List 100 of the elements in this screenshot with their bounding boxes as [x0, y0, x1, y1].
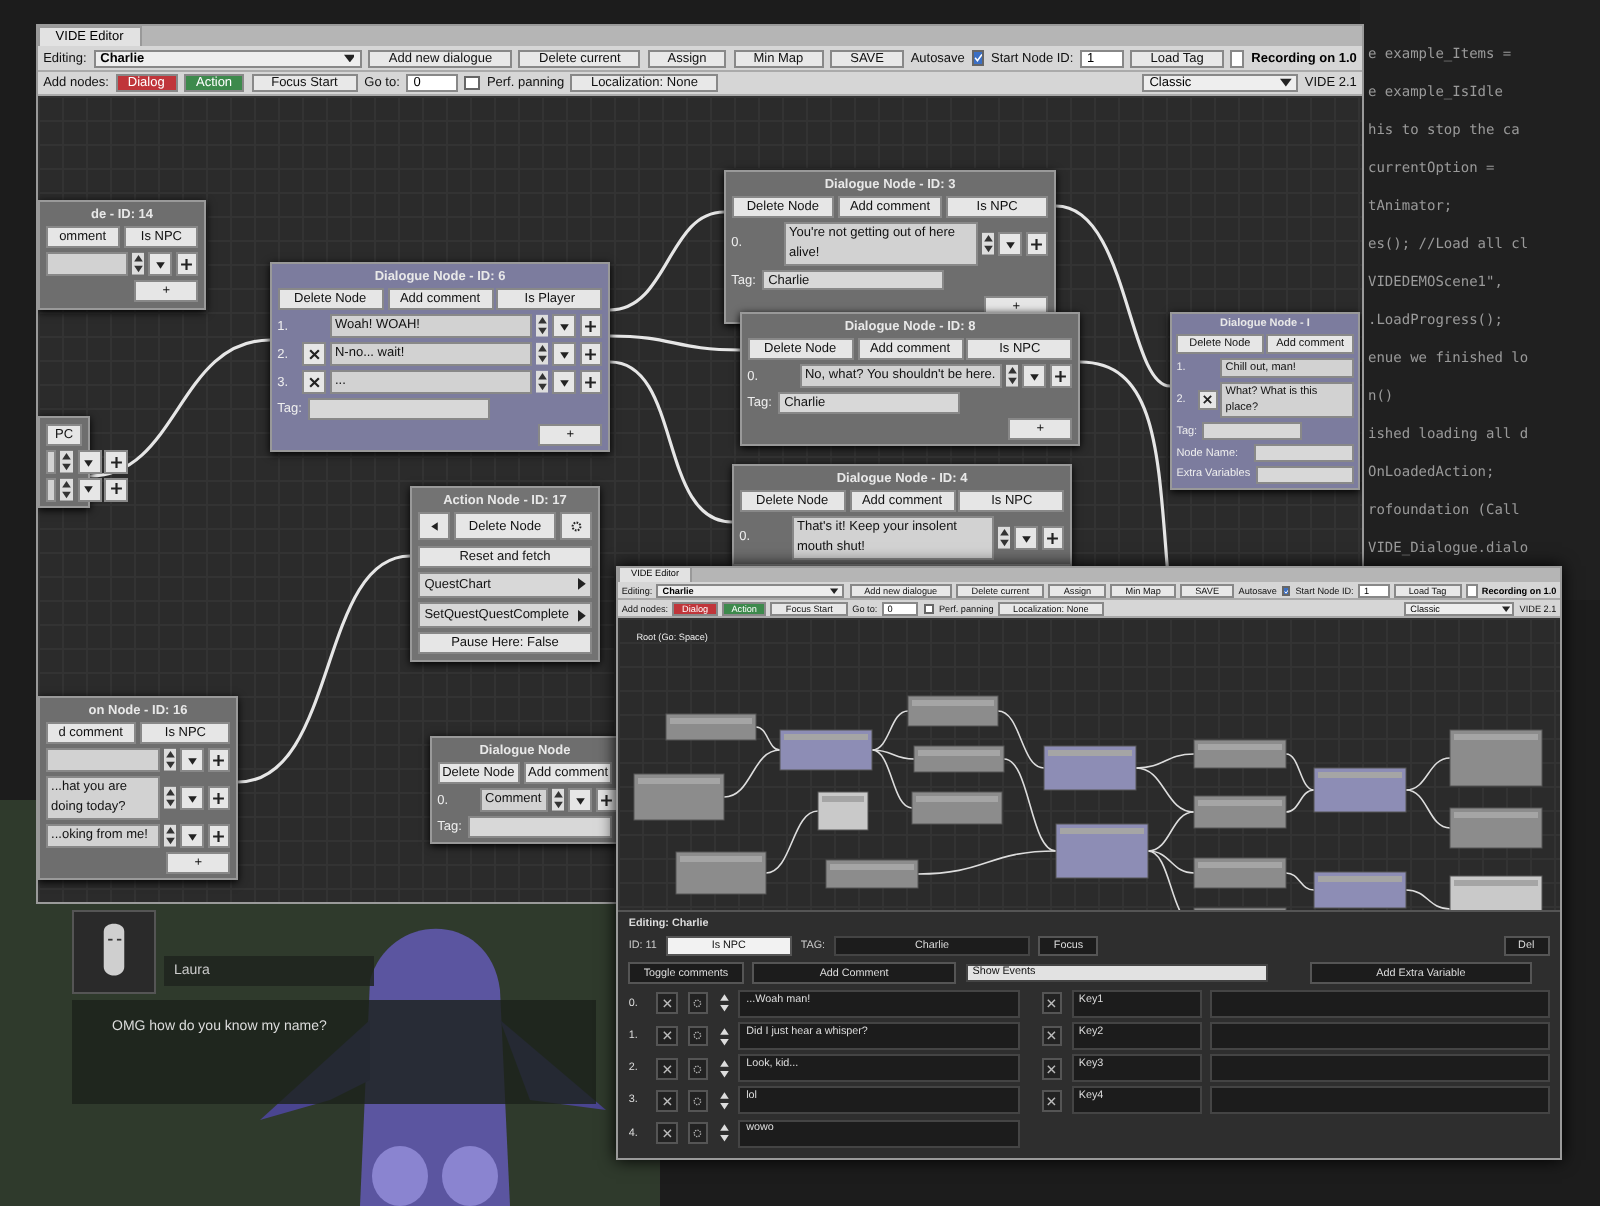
dialogue-line-field[interactable] [45, 252, 128, 276]
node-setting-field[interactable] [1255, 465, 1354, 484]
add-choice-button[interactable] [207, 748, 231, 772]
caret-down-button[interactable] [1022, 364, 1046, 388]
remove-variable-button[interactable] [1041, 1025, 1063, 1047]
tag-input-field[interactable] [1465, 584, 1478, 598]
settings-button[interactable] [687, 1122, 709, 1144]
up-down-arrows-icon[interactable] [1005, 364, 1019, 388]
back-button[interactable] [417, 512, 451, 541]
remove-line-button[interactable] [656, 1025, 679, 1047]
add-choice-button[interactable] [1041, 526, 1065, 550]
add-choice-button[interactable] [1025, 232, 1049, 256]
variable-value-field[interactable] [1209, 1054, 1550, 1083]
mini-node[interactable] [1055, 824, 1149, 880]
add-choice-button[interactable] [104, 449, 129, 474]
tag-input-field[interactable] [1230, 49, 1245, 68]
add-choice-button[interactable] [207, 786, 231, 810]
mini-node[interactable] [817, 792, 869, 832]
remove-line-button[interactable] [656, 1090, 679, 1112]
caret-down-button[interactable] [552, 370, 576, 394]
autosave-checkbox[interactable] [971, 50, 985, 66]
remove-line-button[interactable] [1197, 390, 1218, 411]
caret-down-button[interactable] [180, 748, 204, 772]
mini-node[interactable] [913, 746, 1005, 774]
caret-down-button[interactable] [1014, 526, 1038, 550]
mini-node[interactable] [911, 792, 1003, 826]
up-down-arrows-icon[interactable] [60, 449, 74, 474]
autosave-checkbox[interactable] [1281, 585, 1291, 597]
caret-down-button[interactable] [77, 477, 102, 502]
variable-value-field[interactable] [1209, 1086, 1550, 1115]
tag-field[interactable] [468, 816, 613, 838]
add-choice-button[interactable] [579, 342, 603, 366]
remove-line-button[interactable] [656, 1122, 679, 1144]
up-down-arrows-icon[interactable] [981, 232, 995, 256]
mini-node[interactable] [1313, 872, 1407, 910]
up-down-arrows-icon[interactable] [551, 788, 565, 812]
dialogue-line-field[interactable] [45, 449, 57, 474]
add-choice-button[interactable] [207, 823, 231, 848]
settings-button[interactable] [559, 512, 593, 541]
mini-node[interactable] [825, 860, 919, 890]
add-choice-button[interactable] [579, 370, 603, 394]
up-down-arrows-icon[interactable] [163, 823, 177, 848]
up-down-arrows-icon[interactable] [717, 1025, 731, 1047]
mini-node[interactable] [1193, 740, 1287, 770]
tag-field[interactable] [308, 398, 491, 420]
dialogue-line-field[interactable] [45, 477, 57, 502]
caret-down-button[interactable] [552, 314, 576, 338]
remove-variable-button[interactable] [1041, 1090, 1063, 1112]
variable-value-field[interactable] [1209, 1022, 1550, 1051]
variable-value-field[interactable] [1209, 989, 1550, 1018]
mini-node[interactable] [1449, 876, 1543, 910]
settings-button[interactable] [687, 1090, 709, 1112]
mini-node[interactable] [907, 696, 999, 728]
mini-node[interactable] [1449, 730, 1543, 788]
up-down-arrows-icon[interactable] [717, 1090, 731, 1112]
up-down-arrows-icon[interactable] [997, 526, 1011, 550]
remove-variable-button[interactable] [1041, 992, 1063, 1015]
remove-line-button[interactable] [656, 1057, 679, 1080]
remove-variable-button[interactable] [1041, 1057, 1063, 1080]
mini-node[interactable] [1313, 768, 1407, 814]
settings-button[interactable] [687, 1057, 709, 1080]
caret-down-button[interactable] [77, 449, 102, 474]
add-choice-button[interactable] [595, 788, 619, 812]
perf-panning-checkbox[interactable] [464, 75, 481, 91]
tag-field[interactable] [1202, 422, 1302, 441]
mini-node[interactable] [675, 852, 767, 896]
settings-button[interactable] [687, 992, 709, 1015]
caret-down-button[interactable] [180, 823, 204, 848]
caret-down-button[interactable] [552, 342, 576, 366]
remove-line-button[interactable] [301, 370, 326, 394]
perf-panning-checkbox[interactable] [923, 603, 935, 615]
remove-line-button[interactable] [301, 342, 326, 366]
add-choice-button[interactable] [175, 252, 199, 276]
mini-node[interactable] [1449, 808, 1543, 850]
up-down-arrows-icon[interactable] [717, 1057, 731, 1080]
up-down-arrows-icon[interactable] [60, 477, 74, 502]
caret-down-button[interactable] [180, 786, 204, 810]
add-choice-button[interactable] [104, 477, 129, 502]
mini-node[interactable] [779, 730, 873, 772]
mini-node[interactable] [633, 774, 725, 822]
mini-node[interactable] [1193, 858, 1287, 890]
mini-node[interactable] [1043, 746, 1137, 792]
up-down-arrows-icon[interactable] [163, 748, 177, 772]
node-setting-field[interactable] [1254, 444, 1354, 462]
up-down-arrows-icon[interactable] [717, 1122, 731, 1144]
up-down-arrows-icon[interactable] [717, 992, 731, 1015]
dialogue-line-field[interactable] [45, 748, 160, 772]
settings-button[interactable] [687, 1025, 709, 1047]
caret-down-button[interactable] [998, 232, 1022, 256]
add-choice-button[interactable] [1049, 364, 1073, 388]
add-choice-button[interactable] [579, 314, 603, 338]
caret-down-button[interactable] [148, 252, 172, 276]
mini-node[interactable] [1193, 796, 1287, 830]
up-down-arrows-icon[interactable] [535, 314, 549, 338]
up-down-arrows-icon[interactable] [535, 342, 549, 366]
remove-line-button[interactable] [656, 992, 679, 1015]
caret-down-button[interactable] [568, 788, 592, 812]
up-down-arrows-icon[interactable] [535, 370, 549, 394]
up-down-arrows-icon[interactable] [131, 252, 145, 276]
up-down-arrows-icon[interactable] [163, 786, 177, 810]
